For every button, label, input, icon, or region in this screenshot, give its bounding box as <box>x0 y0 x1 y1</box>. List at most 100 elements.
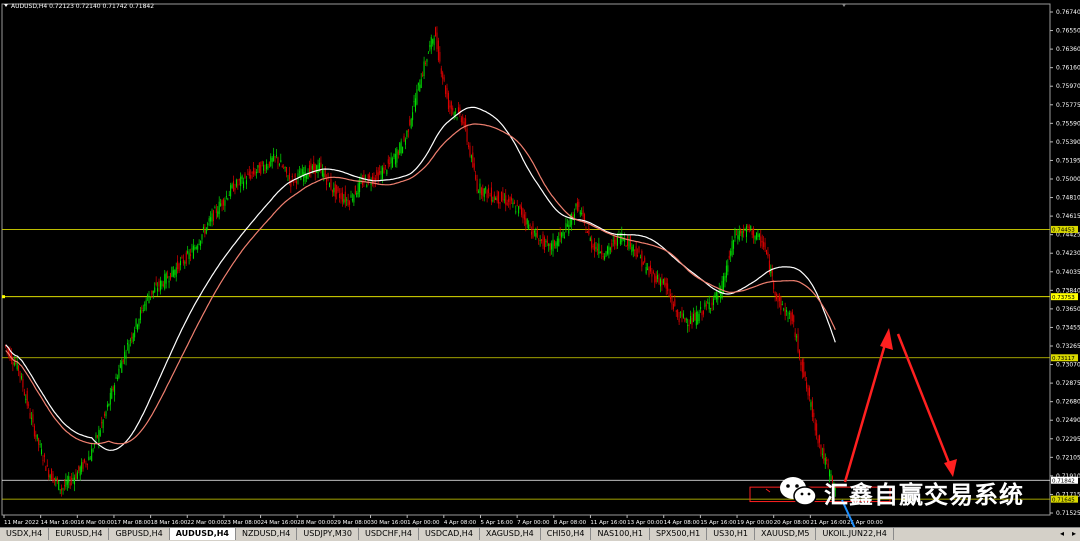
candle-body[interactable] <box>308 165 310 176</box>
candle-body[interactable] <box>13 362 15 366</box>
candle-body[interactable] <box>717 295 719 300</box>
candle-body[interactable] <box>605 251 607 257</box>
candle-body[interactable] <box>442 72 444 79</box>
candle-body[interactable] <box>233 181 235 192</box>
candle-body[interactable] <box>26 390 28 406</box>
candle-body[interactable] <box>807 388 809 396</box>
candle-body[interactable] <box>95 434 97 438</box>
candle-body[interactable] <box>778 295 780 301</box>
candle-body[interactable] <box>343 199 345 203</box>
candle-body[interactable] <box>400 141 402 154</box>
candle-body[interactable] <box>111 388 113 399</box>
candle-body[interactable] <box>422 74 424 76</box>
candle-body[interactable] <box>288 173 290 180</box>
candle-body[interactable] <box>404 139 406 145</box>
candle-body[interactable] <box>162 284 164 286</box>
candle-body[interactable] <box>81 462 83 472</box>
candle-body[interactable] <box>231 184 233 188</box>
candle-body[interactable] <box>585 232 587 234</box>
candle-body[interactable] <box>545 240 547 242</box>
candle-body[interactable] <box>525 218 527 225</box>
candle-body[interactable] <box>813 412 815 417</box>
candle-body[interactable] <box>798 350 800 359</box>
candle-body[interactable] <box>214 207 216 209</box>
candle-body[interactable] <box>382 167 384 179</box>
candle-body[interactable] <box>773 282 775 290</box>
candle-body[interactable] <box>251 171 253 174</box>
candle-body[interactable] <box>827 463 829 468</box>
candle-body[interactable] <box>708 302 710 310</box>
candle-body[interactable] <box>248 171 250 176</box>
candle-body[interactable] <box>426 59 428 62</box>
candle-body[interactable] <box>519 204 521 208</box>
candle-body[interactable] <box>766 249 768 255</box>
candle-body[interactable] <box>212 210 214 222</box>
candle-body[interactable] <box>599 252 601 254</box>
candle-body[interactable] <box>644 257 646 263</box>
candle-body[interactable] <box>91 448 93 462</box>
candle-body[interactable] <box>559 232 561 236</box>
candle-body[interactable] <box>192 245 194 259</box>
candle-body[interactable] <box>781 303 783 305</box>
candle-body[interactable] <box>298 171 300 173</box>
tab-chi50-h4[interactable]: CHI50,H4 <box>541 528 592 540</box>
candle-body[interactable] <box>628 241 630 249</box>
candle-body[interactable] <box>670 294 672 300</box>
candle-body[interactable] <box>645 267 647 274</box>
candle-body[interactable] <box>154 287 156 293</box>
candle-body[interactable] <box>423 61 425 77</box>
candle-body[interactable] <box>61 488 63 491</box>
candle-body[interactable] <box>447 92 449 110</box>
candle-body[interactable] <box>225 195 227 198</box>
candle-body[interactable] <box>159 280 161 291</box>
candle-body[interactable] <box>283 167 285 169</box>
candle-body[interactable] <box>533 231 535 233</box>
candle-body[interactable] <box>353 195 355 203</box>
candle-body[interactable] <box>63 485 65 487</box>
candle-body[interactable] <box>346 199 348 201</box>
candle-body[interactable] <box>596 248 598 251</box>
candle-body[interactable] <box>566 224 568 227</box>
candle-body[interactable] <box>92 450 94 452</box>
candle-body[interactable] <box>349 201 351 205</box>
candle-body[interactable] <box>731 240 733 256</box>
candle-body[interactable] <box>89 458 91 460</box>
candle-body[interactable] <box>177 261 179 269</box>
candle-body[interactable] <box>149 296 151 298</box>
candle-body[interactable] <box>810 402 812 407</box>
candle-body[interactable] <box>222 199 224 206</box>
candle-body[interactable] <box>188 252 190 259</box>
candle-body[interactable] <box>493 194 495 200</box>
candle-body[interactable] <box>296 181 298 184</box>
candle-body[interactable] <box>591 239 593 249</box>
candle-body[interactable] <box>724 276 726 281</box>
candle-body[interactable] <box>576 202 578 211</box>
candle-body[interactable] <box>528 224 530 230</box>
candle-body[interactable] <box>39 443 41 445</box>
candle-body[interactable] <box>449 105 451 108</box>
candle-body[interactable] <box>619 234 621 245</box>
candle-body[interactable] <box>73 477 75 485</box>
candle-body[interactable] <box>652 271 654 274</box>
candle-body[interactable] <box>831 476 833 482</box>
candle-body[interactable] <box>240 176 242 187</box>
candle-body[interactable] <box>648 266 650 276</box>
candle-body[interactable] <box>774 291 776 296</box>
candle-body[interactable] <box>642 262 644 265</box>
candle-body[interactable] <box>121 361 123 373</box>
candle-body[interactable] <box>730 250 732 256</box>
candle-body[interactable] <box>784 309 786 316</box>
candle-body[interactable] <box>139 310 141 321</box>
candle-body[interactable] <box>377 172 379 182</box>
candle-body[interactable] <box>195 247 197 249</box>
candle-body[interactable] <box>733 240 735 249</box>
candle-body[interactable] <box>114 385 116 396</box>
candle-body[interactable] <box>194 247 196 250</box>
candle-body[interactable] <box>28 404 30 406</box>
candle-body[interactable] <box>403 135 405 141</box>
candle-body[interactable] <box>165 273 167 284</box>
candle-body[interactable] <box>35 435 37 437</box>
candle-body[interactable] <box>250 174 252 179</box>
candle-body[interactable] <box>588 227 590 235</box>
candle-body[interactable] <box>488 187 490 194</box>
